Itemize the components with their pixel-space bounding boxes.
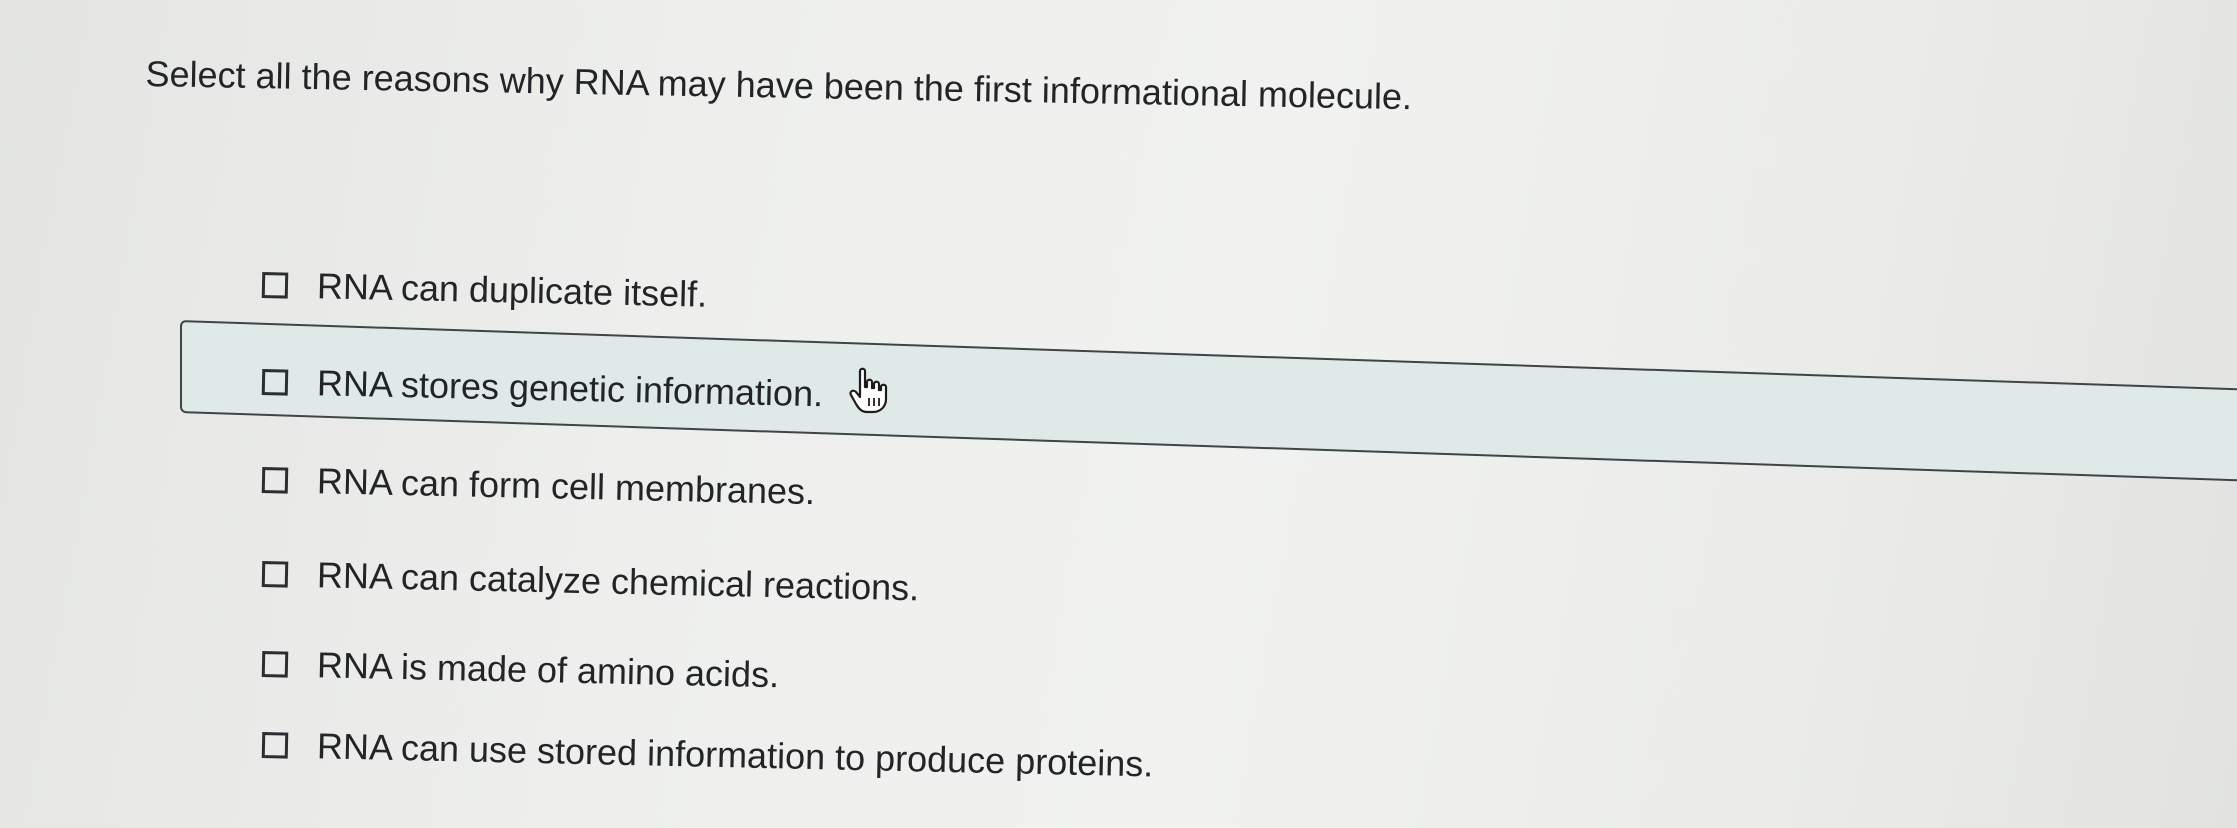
checkbox[interactable] [261,272,289,299]
question-page: Select all the reasons why RNA may have … [0,0,2237,828]
choice-item-duplicate[interactable]: RNA can duplicate itself. [261,260,708,320]
hand-pointer-icon [849,367,888,414]
checkbox[interactable] [261,561,289,588]
choice-label: RNA can use stored information to produc… [316,725,1154,785]
choice-label: RNA can duplicate itself. [316,265,708,315]
checkbox[interactable] [261,467,289,494]
choice-label: RNA stores genetic information. [316,362,824,415]
choice-item-genetic-information[interactable]: RNA stores genetic information. [261,357,824,419]
choice-label: RNA is made of amino acids. [316,644,780,696]
choice-item-produce-proteins[interactable]: RNA can use stored information to produc… [261,720,1154,789]
checkbox[interactable] [261,732,289,759]
choice-label: RNA can catalyze chemical reactions. [316,554,920,609]
choice-label: RNA can form cell membranes. [316,460,816,513]
choice-item-cell-membranes[interactable]: RNA can form cell membranes. [261,455,815,517]
choice-item-amino-acids[interactable]: RNA is made of amino acids. [261,639,780,700]
answer-choice-list: RNA can duplicate itself. RNA stores gen… [0,0,2237,828]
checkbox[interactable] [261,369,289,396]
checkbox[interactable] [261,651,289,678]
choice-item-catalyze[interactable]: RNA can catalyze chemical reactions. [261,549,920,613]
